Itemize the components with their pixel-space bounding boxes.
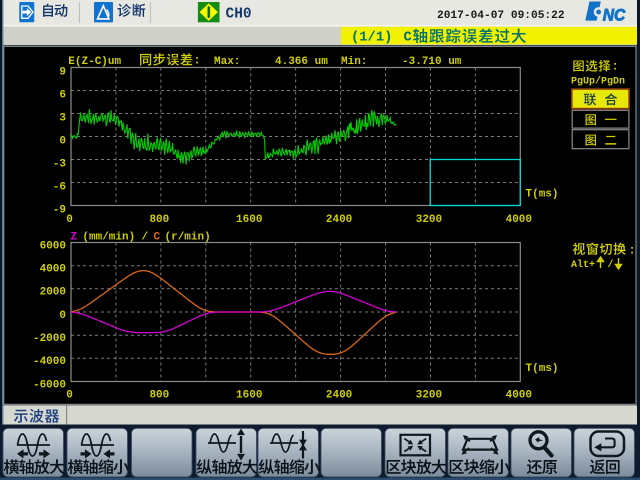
svg-text:NC: NC [603,7,627,25]
svg-text:2000: 2000 [40,287,66,299]
svg-text:9: 9 [59,67,66,79]
svg-text:6000: 6000 [40,240,66,252]
svg-text::: : [629,243,636,257]
svg-text:C: C [404,31,412,46]
svg-text:2400: 2400 [326,389,352,401]
svg-text:(mm/min): (mm/min) [82,232,135,244]
svg-text::: : [194,54,201,68]
svg-text:T(ms): T(ms) [526,363,559,375]
svg-text:-6: -6 [53,182,66,194]
svg-text:Max:: Max: [214,56,240,68]
svg-text:(1/1): (1/1) [351,30,392,46]
svg-text:-4000: -4000 [33,356,66,368]
svg-text:6: 6 [59,90,66,102]
svg-text:E(Z-C)um: E(Z-C)um [68,56,121,68]
svg-text:0: 0 [66,214,73,226]
svg-text:-3.710 um: -3.710 um [402,56,462,68]
svg-text:0: 0 [59,136,66,148]
svg-text:800: 800 [149,214,169,226]
svg-text:-6000: -6000 [33,379,66,391]
svg-text:-3: -3 [53,159,67,171]
svg-text:3200: 3200 [416,389,442,401]
svg-text:CH0: CH0 [226,7,252,23]
svg-text:/: / [142,232,149,244]
svg-text:Alt+: Alt+ [571,259,595,271]
svg-text:1600: 1600 [236,214,262,226]
svg-text:4000: 4000 [506,214,532,226]
svg-text:Z: Z [71,232,78,244]
svg-text:PgUp/PgDn: PgUp/PgDn [571,75,625,87]
svg-text:Min:: Min: [341,56,367,68]
svg-text:-9: -9 [53,205,66,217]
svg-text:800: 800 [149,389,169,401]
svg-text::: : [612,60,619,74]
svg-text:C: C [154,232,161,244]
svg-text:0: 0 [66,389,73,401]
svg-text:(r/min): (r/min) [165,232,211,244]
svg-text:4.366 um: 4.366 um [275,56,328,68]
svg-text:3: 3 [59,113,66,125]
svg-text:1600: 1600 [236,389,262,401]
svg-text:0: 0 [59,310,66,322]
svg-text:/: / [608,259,614,271]
svg-text:-2000: -2000 [33,333,66,345]
svg-text:2017-04-07 09:05:22: 2017-04-07 09:05:22 [437,10,565,22]
svg-text:4000: 4000 [40,263,66,275]
svg-text:3200: 3200 [416,214,442,226]
svg-text:2400: 2400 [326,214,352,226]
svg-text:T(ms): T(ms) [526,188,559,200]
svg-text:4000: 4000 [506,389,532,401]
